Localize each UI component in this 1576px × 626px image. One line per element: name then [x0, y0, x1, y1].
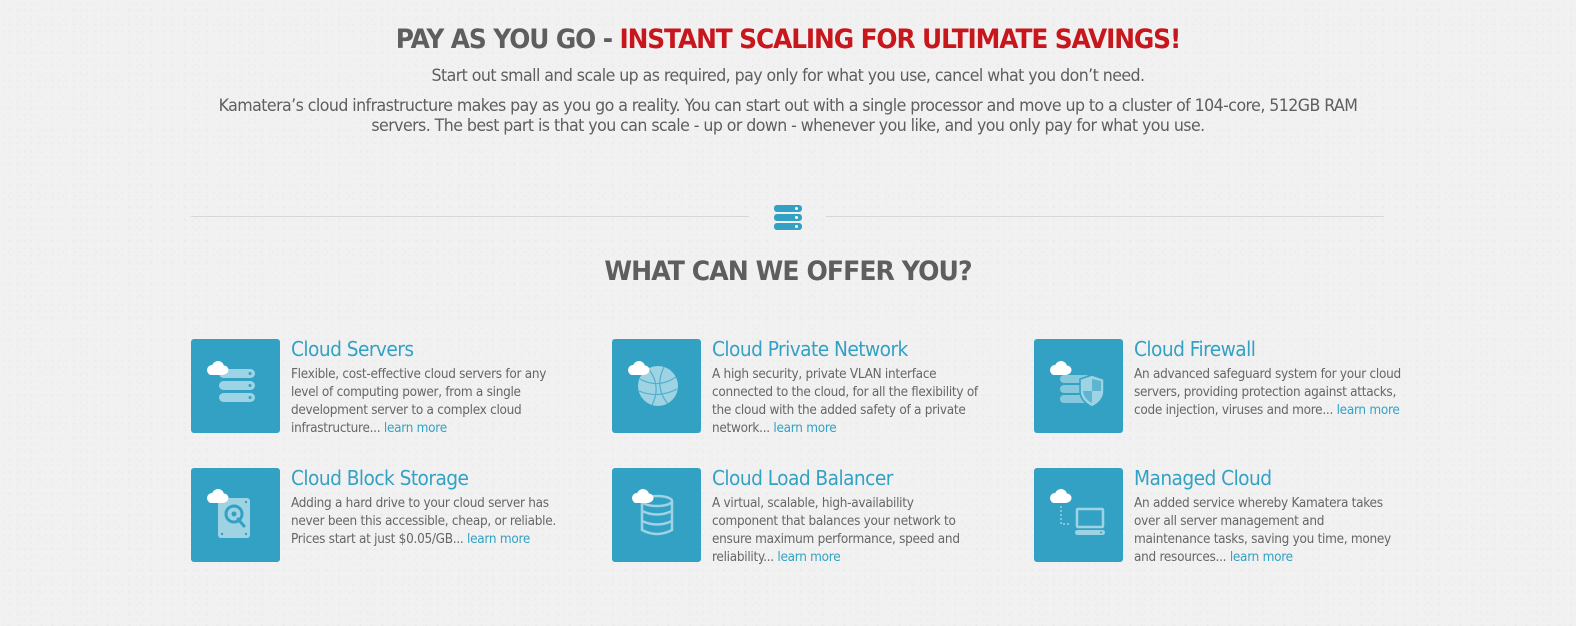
offer-title: WHAT CAN WE OFFER YOU? — [604, 256, 972, 287]
hero-subtitle: Start out small and scale up as required… — [431, 66, 1145, 86]
hero-section: PAY AS YOU GO - INSTANT SCALING FOR ULTI… — [0, 22, 1576, 136]
service-description: A virtual, scalable, high-availability c… — [712, 496, 960, 565]
service-description: Flexible, cost-effective cloud servers f… — [291, 367, 547, 436]
learn-more-link[interactable]: learn more — [384, 421, 447, 436]
service-cloud-private-network: Cloud Private Network A high security, p… — [612, 337, 982, 439]
divider-line-right — [826, 216, 1384, 217]
service-title[interactable]: Cloud Load Balancer — [712, 466, 893, 490]
cloud-database-icon[interactable] — [612, 468, 701, 562]
service-title[interactable]: Cloud Servers — [291, 337, 414, 361]
hero-title-plain: PAY AS YOU GO - — [395, 24, 620, 55]
service-title[interactable]: Cloud Firewall — [1134, 337, 1256, 361]
cloud-firewall-shield-icon[interactable] — [1034, 339, 1123, 433]
hero-body: Kamatera’s cloud infrastructure makes pa… — [218, 96, 1358, 136]
learn-more-link[interactable]: learn more — [467, 532, 530, 547]
service-description: Adding a hard drive to your cloud server… — [291, 496, 556, 547]
service-managed-cloud: Managed Cloud An added service whereby K… — [1034, 466, 1404, 568]
cloud-network-globe-icon[interactable] — [612, 339, 701, 433]
service-title[interactable]: Managed Cloud — [1134, 466, 1272, 490]
service-cloud-block-storage: Cloud Block Storage Adding a hard drive … — [191, 466, 561, 568]
service-title[interactable]: Cloud Private Network — [712, 337, 908, 361]
service-description: An advanced safeguard system for your cl… — [1134, 367, 1401, 418]
server-stack-icon — [774, 205, 802, 230]
cloud-managed-computer-icon[interactable] — [1034, 468, 1123, 562]
hero-title: PAY AS YOU GO - INSTANT SCALING FOR ULTI… — [63, 22, 1513, 58]
learn-more-link[interactable]: learn more — [1337, 403, 1400, 418]
learn-more-link[interactable]: learn more — [1230, 550, 1293, 565]
service-description: An added service whereby Kamatera takes … — [1134, 496, 1391, 565]
service-title[interactable]: Cloud Block Storage — [291, 466, 469, 490]
service-cloud-load-balancer: Cloud Load Balancer A virtual, scalable,… — [612, 466, 982, 568]
learn-more-link[interactable]: learn more — [773, 421, 836, 436]
divider-line-left — [191, 216, 749, 217]
service-cloud-servers: Cloud Servers Flexible, cost-effective c… — [191, 337, 561, 439]
service-description: A high security, private VLAN interface … — [712, 367, 978, 436]
cloud-servers-icon[interactable] — [191, 339, 280, 433]
service-cloud-firewall: Cloud Firewall An advanced safeguard sys… — [1034, 337, 1404, 439]
learn-more-link[interactable]: learn more — [777, 550, 840, 565]
hero-title-accent: INSTANT SCALING FOR ULTIMATE SAVINGS! — [619, 24, 1181, 55]
cloud-hard-drive-icon[interactable] — [191, 468, 280, 562]
